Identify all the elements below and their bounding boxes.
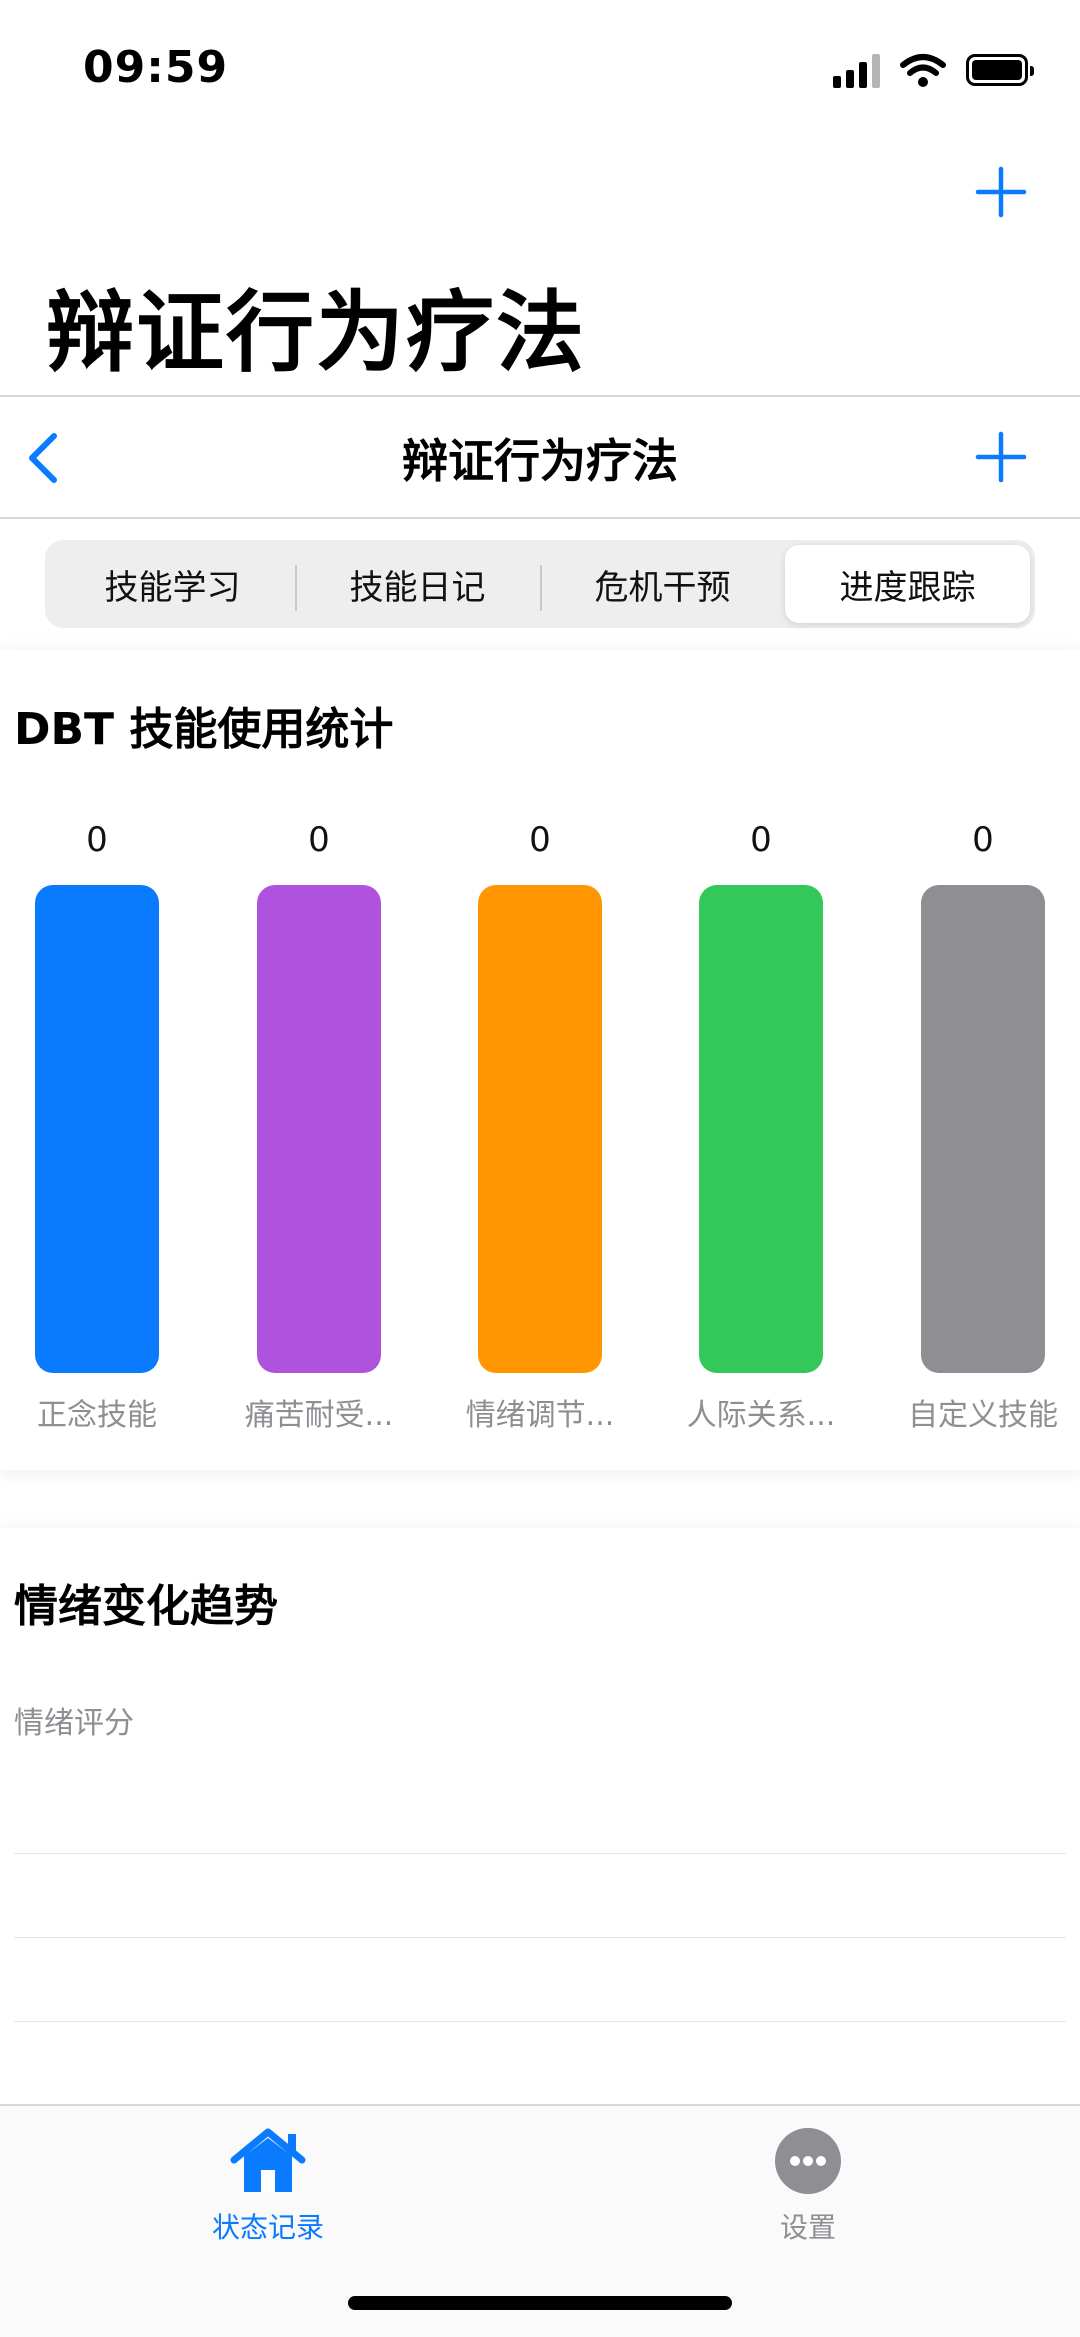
bar-category-label: 痛苦耐受... bbox=[244, 1398, 394, 1433]
house-icon bbox=[230, 2128, 306, 2192]
bar-category-label: 人际关系... bbox=[686, 1398, 836, 1433]
segment-progress-tracking[interactable]: 进度跟踪 bbox=[785, 545, 1030, 623]
bar-category-label: 自定义技能 bbox=[908, 1398, 1058, 1433]
battery-icon bbox=[966, 54, 1034, 86]
segment-skill-diary[interactable]: 技能日记 bbox=[295, 545, 540, 623]
skills-stats-card: DBT 技能使用统计 0 正念技能 0 痛苦耐受... 0 情绪调节... 0 人际关系...… bbox=[0, 650, 1080, 1470]
cellular-signal-icon bbox=[833, 52, 880, 88]
bar[interactable] bbox=[699, 885, 823, 1373]
tab-settings[interactable]: 设置 bbox=[678, 2126, 938, 2246]
bar[interactable] bbox=[257, 885, 381, 1373]
add-icon[interactable] bbox=[974, 165, 1028, 219]
divider bbox=[0, 395, 1080, 397]
bar[interactable] bbox=[921, 885, 1045, 1373]
status-time: 09:59 bbox=[83, 42, 229, 93]
bar[interactable] bbox=[35, 885, 159, 1373]
screen: 09:59 辩证行为疗法 辩证行为疗法 技能学习 技能日记 危机干预 进度跟踪 bbox=[0, 0, 1080, 2337]
nav-title: 辩证行为疗法 bbox=[402, 434, 678, 488]
tab-label: 设置 bbox=[779, 2211, 836, 2244]
mood-trend-card: 情绪变化趋势 情绪评分 bbox=[0, 1528, 1080, 2104]
tab-status-record[interactable]: 状态记录 bbox=[138, 2126, 398, 2246]
bar-category-label: 正念技能 bbox=[37, 1398, 157, 1433]
home-indicator bbox=[348, 2296, 732, 2310]
wifi-icon bbox=[900, 54, 946, 87]
bar-value-label: 0 bbox=[750, 820, 772, 860]
segment-crisis-intervention[interactable]: 危机干预 bbox=[540, 545, 785, 623]
bar-value-label: 0 bbox=[308, 820, 330, 860]
nav-add-icon[interactable] bbox=[974, 430, 1028, 484]
more-icon bbox=[775, 2128, 841, 2194]
large-title: 辩证行为疗法 bbox=[46, 281, 587, 384]
status-bar: 09:59 bbox=[0, 0, 1080, 130]
bar-category-label: 情绪调节... bbox=[465, 1398, 615, 1433]
tab-label: 状态记录 bbox=[211, 2211, 324, 2244]
skills-bar-chart: 0 正念技能 0 痛苦耐受... 0 情绪调节... 0 人际关系... 0 自定义技能 bbox=[0, 650, 1080, 1470]
axis-label: 情绪评分 bbox=[14, 1706, 134, 1741]
divider bbox=[0, 517, 1080, 519]
segmented-control: 技能学习 技能日记 危机干预 进度跟踪 bbox=[45, 540, 1035, 628]
bar-value-label: 0 bbox=[86, 820, 108, 860]
grid-line bbox=[14, 1853, 1066, 1854]
grid-line bbox=[14, 1937, 1066, 1938]
status-icons bbox=[833, 48, 1034, 92]
bar-value-label: 0 bbox=[972, 820, 994, 860]
bar-value-label: 0 bbox=[529, 820, 551, 860]
bar[interactable] bbox=[478, 885, 602, 1373]
card-title: 情绪变化趋势 bbox=[14, 1581, 278, 1632]
grid-line bbox=[14, 2021, 1066, 2022]
segment-skill-learning[interactable]: 技能学习 bbox=[50, 545, 295, 623]
